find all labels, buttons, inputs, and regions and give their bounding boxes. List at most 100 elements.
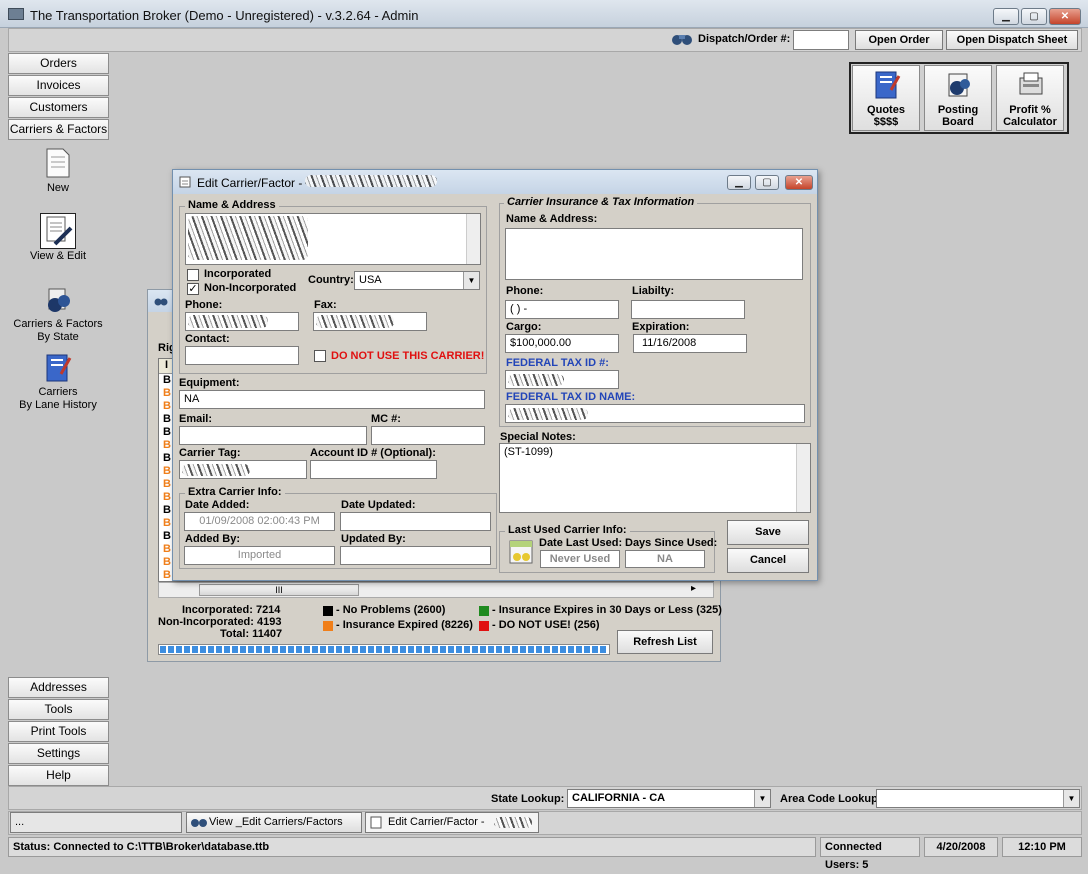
carriers-by-state-icon[interactable] <box>43 285 73 317</box>
carriers-by-lane-icon[interactable] <box>43 352 73 384</box>
table-row[interactable]: B <box>163 556 171 568</box>
open-dispatch-sheet-button[interactable]: Open Dispatch Sheet <box>946 30 1078 50</box>
minimize-button[interactable]: ▁ <box>993 8 1019 25</box>
binoculars-icon <box>671 31 693 47</box>
chevron-down-icon[interactable]: ▼ <box>1063 790 1079 807</box>
scroll-right-arrow-icon[interactable]: ▸ <box>691 583 696 594</box>
table-row[interactable]: B <box>163 491 171 503</box>
view-edit-icon[interactable] <box>40 213 76 249</box>
maximize-button[interactable]: ▢ <box>1021 8 1047 25</box>
area-code-lookup-select[interactable]: ▼ <box>876 789 1080 808</box>
status-connected-users: Connected Users: 5 <box>820 837 920 871</box>
equipment-input[interactable]: NA <box>179 390 485 409</box>
refresh-list-button[interactable]: Refresh List <box>617 630 713 654</box>
table-row[interactable]: B <box>163 478 171 490</box>
non-incorporated-checkbox[interactable]: ✓ <box>187 283 199 295</box>
nav-print-tools[interactable]: Print Tools <box>8 721 109 742</box>
special-notes-textarea[interactable]: (ST-1099) <box>499 443 811 513</box>
table-row[interactable]: B <box>163 413 171 425</box>
contact-label: Contact: <box>185 333 230 345</box>
state-lookup-select[interactable]: CALIFORNIA - CA ▼ <box>567 789 771 808</box>
ins-name-address-textarea[interactable] <box>505 228 803 280</box>
save-button[interactable]: Save <box>727 520 809 545</box>
redacted-tax-name <box>508 408 588 420</box>
ins-name-address-label: Name & Address: <box>506 213 598 225</box>
nav-carriers-state-label-1[interactable]: Carriers & Factors <box>4 318 112 330</box>
table-row[interactable]: B <box>163 465 171 477</box>
table-row[interactable]: B <box>163 387 171 399</box>
nav-tools[interactable]: Tools <box>8 699 109 720</box>
table-row[interactable]: B <box>163 439 171 451</box>
table-row[interactable]: B <box>163 504 171 516</box>
horizontal-scrollbar[interactable]: III ▸ <box>158 582 714 598</box>
expiration-input[interactable]: 11/16/2008 <box>633 334 747 353</box>
nav-settings[interactable]: Settings <box>8 743 109 764</box>
quotes-button[interactable]: Quotes $$$$ <box>852 65 920 131</box>
table-row[interactable]: B <box>163 374 171 386</box>
progress-bar <box>158 644 610 655</box>
contact-input[interactable] <box>185 346 299 365</box>
nav-carriers-lane-label-1[interactable]: Carriers <box>4 386 112 398</box>
dialog-minimize-button[interactable]: ▁ <box>727 175 751 190</box>
liability-input[interactable] <box>631 300 745 319</box>
fax-input[interactable] <box>313 312 427 331</box>
nav-help[interactable]: Help <box>8 765 109 786</box>
nav-carriers-lane-label-2[interactable]: By Lane History <box>4 399 112 411</box>
do-not-use-checkbox[interactable] <box>314 350 326 362</box>
table-row[interactable]: B <box>163 452 171 464</box>
legend-swatch-expired <box>323 621 333 631</box>
cargo-input[interactable]: $100,000.00 <box>505 334 619 353</box>
nav-customers[interactable]: Customers <box>8 97 109 118</box>
dialog-close-button[interactable]: ✕ <box>785 175 813 190</box>
posting-board-icon <box>945 70 973 103</box>
nav-carriers-factors[interactable]: Carriers & Factors <box>8 119 109 140</box>
posting-board-button[interactable]: Posting Board <box>924 65 992 131</box>
nav-invoices[interactable]: Invoices <box>8 75 109 96</box>
table-row[interactable]: B <box>163 517 171 529</box>
textarea-scrollbar[interactable] <box>466 214 480 264</box>
table-row[interactable]: B <box>163 543 171 555</box>
dispatch-order-input[interactable] <box>793 30 849 50</box>
country-select[interactable]: USA ▼ <box>354 271 480 290</box>
taskbar-edit-carrier[interactable]: Edit Carrier/Factor - <box>365 812 539 833</box>
taskbar-overflow[interactable]: ... <box>10 812 182 833</box>
ins-phone-input[interactable]: ( ) - <box>505 300 619 319</box>
carrier-tag-input[interactable] <box>179 460 307 479</box>
close-button[interactable]: ✕ <box>1049 8 1081 25</box>
state-lookup-value: CALIFORNIA - CA <box>572 792 666 804</box>
scroll-thumb[interactable]: III <box>199 584 359 596</box>
table-row[interactable]: B <box>163 400 171 412</box>
table-row[interactable]: B <box>163 530 171 542</box>
open-order-button[interactable]: Open Order <box>855 30 943 50</box>
chevron-down-icon[interactable]: ▼ <box>463 272 479 289</box>
phone-input[interactable] <box>185 312 299 331</box>
nav-addresses[interactable]: Addresses <box>8 677 109 698</box>
taskbar-view-edit-carriers[interactable]: View _Edit Carriers/Factors <box>186 812 362 833</box>
table-row[interactable]: B <box>163 426 171 438</box>
notes-scrollbar[interactable] <box>796 444 810 512</box>
status-connection: Status: Connected to C:\TTB\Broker\datab… <box>8 837 816 857</box>
nav-view-edit-label[interactable]: View & Edit <box>4 250 112 262</box>
account-id-input[interactable] <box>310 460 437 479</box>
cancel-button[interactable]: Cancel <box>727 548 809 573</box>
country-label: Country: <box>308 274 354 286</box>
carrier-tag-label: Carrier Tag: <box>179 447 241 459</box>
nav-carriers-state-label-2[interactable]: By State <box>4 331 112 343</box>
chevron-down-icon[interactable]: ▼ <box>754 790 770 807</box>
federal-tax-name-input[interactable] <box>505 404 805 423</box>
name-address-textarea[interactable] <box>185 213 481 265</box>
incorporated-checkbox[interactable] <box>187 269 199 281</box>
app-title: The Transportation Broker (Demo - Unregi… <box>30 8 419 23</box>
mc-input[interactable] <box>371 426 485 445</box>
email-input[interactable] <box>179 426 367 445</box>
nav-new-label[interactable]: New <box>4 182 112 194</box>
dialog-maximize-button[interactable]: ▢ <box>755 175 779 190</box>
profit-calculator-button[interactable]: Profit % Calculator <box>996 65 1064 131</box>
legend-insurance-expiring: - Insurance Expires in 30 Days or Less (… <box>492 604 722 616</box>
new-document-icon[interactable] <box>43 147 73 179</box>
federal-tax-id-input[interactable] <box>505 370 619 389</box>
total-count: Total: 11407 <box>220 628 283 640</box>
special-notes-label: Special Notes: <box>500 431 576 443</box>
table-row[interactable]: B <box>163 569 171 581</box>
nav-orders[interactable]: Orders <box>8 53 109 74</box>
